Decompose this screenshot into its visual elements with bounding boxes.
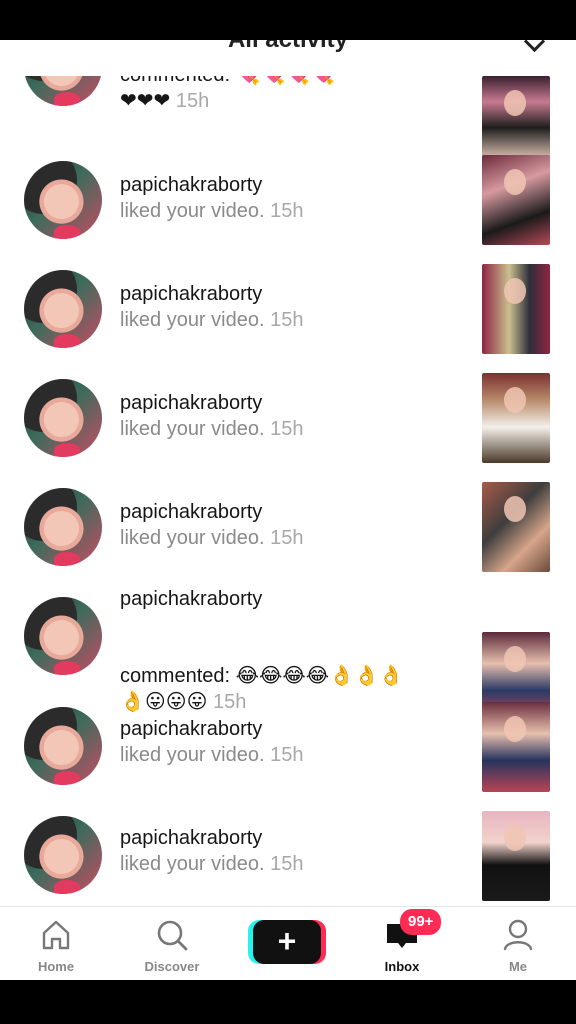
timestamp: 15h bbox=[270, 309, 304, 331]
timestamp: 15h bbox=[175, 90, 210, 112]
action-text: liked your video. bbox=[120, 853, 265, 875]
username[interactable]: papichakraborty bbox=[120, 390, 460, 416]
video-thumbnail[interactable] bbox=[482, 811, 550, 901]
timestamp: 15h bbox=[270, 418, 304, 440]
action-text: liked your video. bbox=[120, 309, 265, 331]
video-thumbnail[interactable] bbox=[482, 264, 550, 354]
avatar[interactable] bbox=[24, 707, 102, 785]
timestamp: 15h bbox=[270, 853, 304, 875]
avatar[interactable] bbox=[24, 597, 102, 675]
video-thumbnail[interactable] bbox=[482, 702, 550, 792]
profile-icon bbox=[503, 919, 533, 951]
avatar[interactable] bbox=[24, 379, 102, 457]
search-icon bbox=[157, 920, 188, 951]
comment-text-continued: ❤❤❤ bbox=[120, 90, 171, 112]
username[interactable]: papichakraborty bbox=[120, 716, 460, 742]
username[interactable]: papichakraborty bbox=[120, 281, 460, 307]
home-icon bbox=[42, 920, 70, 950]
nav-home[interactable]: Home bbox=[11, 915, 101, 974]
video-thumbnail[interactable] bbox=[482, 482, 550, 572]
nav-me[interactable]: Me bbox=[473, 915, 563, 974]
action-text: liked your video. bbox=[120, 527, 265, 549]
timestamp: 15h bbox=[213, 691, 247, 713]
page-title[interactable]: All activity bbox=[0, 40, 576, 54]
inbox-badge: 99+ bbox=[400, 909, 442, 935]
plus-icon: + bbox=[277, 923, 297, 959]
username[interactable]: papichakraborty bbox=[120, 825, 460, 851]
header: All activity bbox=[0, 40, 576, 76]
timestamp: 15h bbox=[270, 527, 304, 549]
action-text: liked your video. bbox=[120, 418, 265, 440]
nav-discover-label: Discover bbox=[144, 959, 200, 974]
avatar[interactable] bbox=[24, 161, 102, 239]
activity-screen: commented: 💘💘💘💘 ❤❤❤ 15h papichakraborty … bbox=[0, 40, 576, 980]
comment-text-continued: 👌😛😛😛 bbox=[120, 691, 208, 713]
list-item[interactable]: papichakraborty commented: 😂😂😂😂👌👌👌 👌😛😛😛 … bbox=[0, 586, 576, 722]
nav-home-label: Home bbox=[37, 959, 75, 974]
bottom-nav: Home Discover + 99+ Inbox Me bbox=[0, 906, 576, 980]
timestamp: 15h bbox=[270, 744, 304, 766]
list-item[interactable]: papichakraborty liked your video. 15h bbox=[0, 259, 576, 368]
timestamp: 15h bbox=[270, 200, 304, 222]
list-item[interactable]: papichakraborty liked your video. 15h bbox=[0, 477, 576, 586]
username[interactable]: papichakraborty bbox=[120, 172, 460, 198]
avatar[interactable] bbox=[24, 488, 102, 566]
nav-discover[interactable]: Discover bbox=[127, 915, 217, 974]
action-text: liked your video. bbox=[120, 744, 265, 766]
username[interactable]: papichakraborty bbox=[120, 586, 460, 612]
list-item[interactable]: papichakraborty liked your video. 15h bbox=[0, 150, 576, 259]
list-item[interactable]: papichakraborty liked your video. 15h bbox=[0, 368, 576, 477]
avatar[interactable] bbox=[24, 816, 102, 894]
action-text: liked your video. bbox=[120, 200, 265, 222]
nav-inbox-label: Inbox bbox=[384, 959, 420, 974]
nav-me-label: Me bbox=[508, 959, 528, 974]
username[interactable]: papichakraborty bbox=[120, 499, 460, 525]
video-thumbnail[interactable] bbox=[482, 155, 550, 245]
create-button[interactable]: + bbox=[253, 920, 321, 964]
comment-text: commented: 😂😂😂😂👌👌👌 bbox=[120, 665, 404, 687]
avatar[interactable] bbox=[24, 270, 102, 348]
video-thumbnail[interactable] bbox=[482, 373, 550, 463]
